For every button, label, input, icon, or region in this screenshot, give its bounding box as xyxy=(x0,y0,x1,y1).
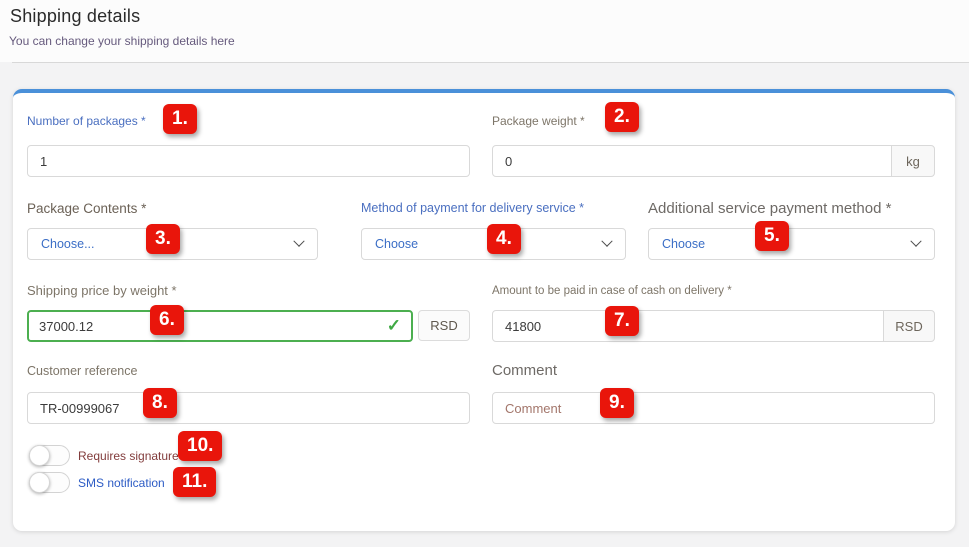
cod-amount-group: RSD xyxy=(492,310,935,342)
sms-notification-label: SMS notification xyxy=(78,475,165,490)
shipping-price-label: Shipping price by weight * xyxy=(27,283,177,298)
shipping-details-page: Shipping details You can change your shi… xyxy=(0,0,969,547)
cod-amount-field: Amount to be paid in case of cash on del… xyxy=(492,283,935,342)
requires-signature-label: Requires signature xyxy=(78,448,179,463)
annotation-badge-9: 9. xyxy=(600,388,634,418)
chevron-down-icon xyxy=(601,235,613,247)
cod-amount-currency-addon: RSD xyxy=(883,310,935,342)
toggle-knob xyxy=(29,472,50,493)
annotation-badge-7: 7. xyxy=(605,306,639,336)
additional-payment-method-field: Additional service payment method * Choo… xyxy=(648,200,935,260)
package-weight-unit-addon: kg xyxy=(891,145,935,177)
header-divider xyxy=(12,62,969,63)
comment-field: Comment xyxy=(492,362,935,424)
comment-header: Comment xyxy=(492,362,558,379)
annotation-badge-11: 11. xyxy=(173,467,217,497)
valid-check-icon: ✓ xyxy=(386,316,401,335)
customer-reference-label: Customer reference xyxy=(27,364,138,378)
shipping-form-card: Number of packages * Package weight * kg… xyxy=(13,89,955,531)
annotation-badge-10: 10. xyxy=(178,431,223,461)
annotation-badge-5: 5. xyxy=(755,221,789,251)
page-subtitle: You can change your shipping details her… xyxy=(9,34,235,48)
number-of-packages-input[interactable] xyxy=(27,145,470,177)
cod-amount-input[interactable] xyxy=(492,310,884,342)
shipping-price-valid-wrap: ✓ xyxy=(27,310,413,342)
customer-reference-field: Customer reference xyxy=(27,362,470,424)
shipping-price-input[interactable] xyxy=(29,313,387,339)
requires-signature-toggle[interactable] xyxy=(29,445,70,466)
additional-payment-method-label: Additional service payment method * xyxy=(648,200,892,217)
comment-input[interactable] xyxy=(492,392,935,424)
delivery-payment-method-label: Method of payment for delivery service * xyxy=(361,201,585,215)
shipping-price-currency-addon: RSD xyxy=(418,310,470,341)
annotation-badge-1: 1. xyxy=(163,104,197,134)
page-title: Shipping details xyxy=(10,6,141,26)
sms-notification-toggle[interactable] xyxy=(29,472,70,493)
annotation-badge-6: 6. xyxy=(150,305,184,335)
customer-reference-input[interactable] xyxy=(27,392,470,424)
chevron-down-icon xyxy=(293,235,305,247)
shipping-price-group: ✓ RSD xyxy=(27,310,470,342)
shipping-price-field: Shipping price by weight * ✓ RSD xyxy=(27,283,470,342)
package-weight-label: Package weight * xyxy=(492,114,585,128)
cod-amount-label: Amount to be paid in case of cash on del… xyxy=(492,285,732,297)
sms-notification-row: SMS notification xyxy=(29,472,935,493)
requires-signature-row: Requires signature xyxy=(29,445,935,466)
annotation-badge-2: 2. xyxy=(605,102,639,132)
number-of-packages-label: Number of packages * xyxy=(27,114,146,128)
chevron-down-icon xyxy=(910,235,922,247)
package-weight-input[interactable] xyxy=(492,145,892,177)
package-weight-field: Package weight * kg xyxy=(492,114,935,177)
toggle-knob xyxy=(29,445,50,466)
package-contents-label: Package Contents * xyxy=(27,201,147,216)
additional-payment-method-select[interactable]: Choose xyxy=(648,228,935,260)
annotation-badge-8: 8. xyxy=(143,388,177,418)
package-weight-group: kg xyxy=(492,145,935,177)
annotation-badge-3: 3. xyxy=(146,224,180,254)
page-header: Shipping details You can change your shi… xyxy=(0,0,969,62)
number-of-packages-field: Number of packages * xyxy=(27,114,470,177)
annotation-badge-4: 4. xyxy=(487,224,521,254)
